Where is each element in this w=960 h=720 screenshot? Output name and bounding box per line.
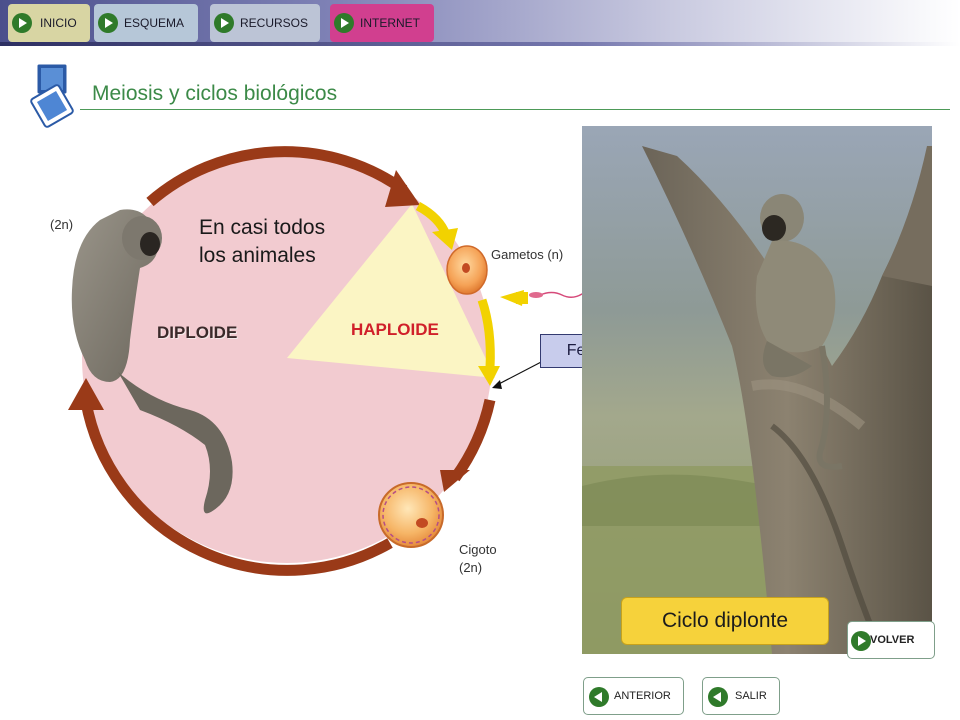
top-navigation-bar: INICIO ESQUEMA RECURSOS INTERNET [0,0,960,46]
salir-button[interactable]: SALIR [702,677,780,715]
scope-label: En casi todos los animales [199,214,325,270]
zygote-label: Cigoto (2n) [459,541,497,577]
nav-inicio-label: INICIO [40,16,77,30]
anterior-button[interactable]: ANTERIOR [583,677,684,715]
cycle-type-caption: Ciclo diplonte [621,597,829,645]
nav-internet-label: INTERNET [360,16,420,30]
play-icon [12,13,32,33]
nav-esquema-label: ESQUEMA [124,16,185,30]
sperm-entry-arrow-shaft [516,292,528,304]
nav-esquema-button[interactable]: ESQUEMA [94,4,198,42]
play-icon [98,13,118,33]
nav-inicio-button[interactable]: INICIO [8,4,90,42]
egg-nucleus [462,263,470,273]
cycle-arrowhead-right [440,470,470,492]
scope-label-line1: En casi todos [199,216,326,239]
back-arrow-icon [589,687,609,707]
title-squares-icon [30,61,74,128]
nav-internet-button[interactable]: INTERNET [330,4,434,42]
sperm-head [529,292,543,298]
life-cycle-diagram [68,146,600,576]
diploid-label: DIPLOIDE [157,323,238,342]
adult-ploidy-label: (2n) [50,217,74,232]
nav-underline-strip [0,42,960,46]
fertilization-pointer [494,359,546,387]
fertilization-pointer-head [492,380,502,389]
volver-label: VOLVER [870,634,915,646]
volver-button[interactable]: VOLVER [847,621,935,659]
haploid-label: HAPLOIDE [351,320,439,339]
back-arrow-icon [708,687,728,707]
zygote-label-line1: Cigoto [459,542,497,557]
page-title: Meiosis y ciclos biológicos [92,82,338,105]
salir-label: SALIR [735,690,767,702]
scope-label-line2: los animales [199,244,316,267]
zygote-label-line2: (2n) [459,560,483,575]
play-icon [214,13,234,33]
anterior-label: ANTERIOR [614,690,671,702]
monkey-tree-photo [582,126,932,654]
nav-recursos-label: RECURSOS [240,16,309,30]
zygote-cell [378,482,444,548]
play-icon [851,631,871,651]
zygote-nucleus [416,518,428,528]
nav-recursos-button[interactable]: RECURSOS [210,4,320,42]
title-divider [80,109,950,110]
play-icon [334,13,354,33]
gametes-label: Gametos (n) [491,247,564,262]
